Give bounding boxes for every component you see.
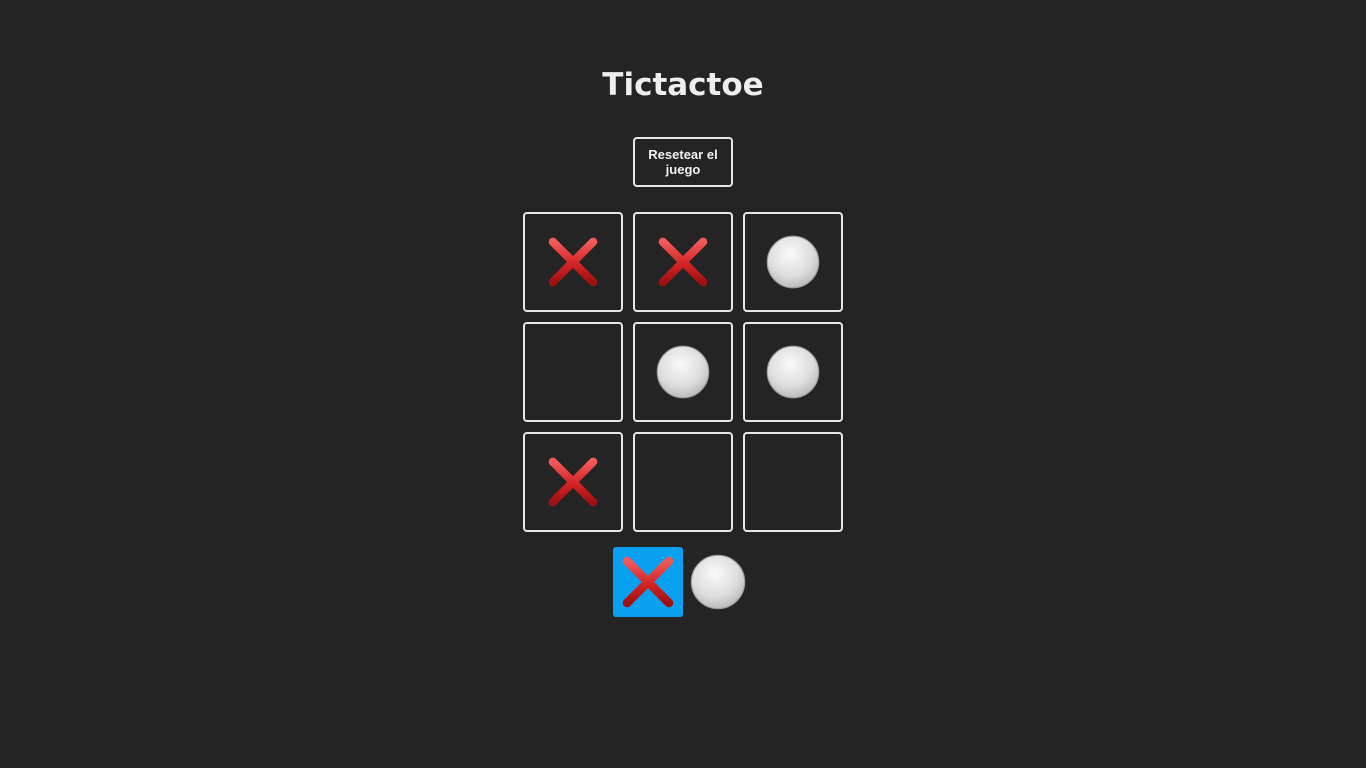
board-cell[interactable] [633,432,733,532]
turn-item-x [613,547,683,617]
cross-mark-icon [622,556,674,608]
board-cell[interactable] [523,432,623,532]
board-cell[interactable] [633,212,733,312]
board-cell[interactable] [523,322,623,422]
cross-mark-icon [548,457,598,507]
white-circle-icon [656,345,710,399]
board-cell[interactable] [633,322,733,422]
board-cell[interactable] [743,212,843,312]
board-cell[interactable] [743,432,843,532]
cross-mark-icon [548,237,598,287]
white-circle-icon [690,554,746,610]
turn-indicator [613,547,753,617]
board-cell[interactable] [523,212,623,312]
reset-game-button[interactable]: Resetear el juego [633,137,733,187]
turn-item-o [683,547,753,617]
white-circle-icon [766,235,820,289]
cross-mark-icon [658,237,708,287]
game-board [523,212,843,532]
page-title: Tictactoe [602,67,764,103]
tictactoe-app: Tictactoe Resetear el juego [0,0,1366,768]
board-cell[interactable] [743,322,843,422]
white-circle-icon [766,345,820,399]
